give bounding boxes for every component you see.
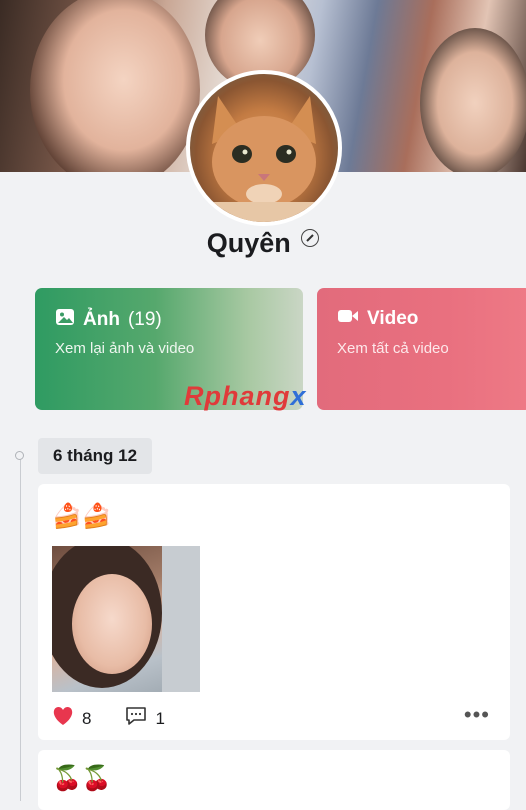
timeline-dot: [15, 451, 24, 460]
post-card[interactable]: 🍰🍰 8 1 •••: [38, 484, 510, 740]
photos-count: (19): [127, 309, 162, 330]
timeline-line: [20, 456, 21, 801]
heart-icon: [52, 706, 74, 731]
like-count: 8: [82, 708, 92, 728]
photos-card-subtitle: Xem lại ảnh và video: [55, 340, 195, 357]
post-card[interactable]: 🍒🍒: [38, 750, 510, 810]
like-button[interactable]: 8: [52, 706, 91, 731]
profile-avatar[interactable]: [186, 70, 342, 226]
video-camera-icon: [337, 308, 359, 330]
post-emoji: 🍒🍒: [52, 765, 112, 792]
watermark: Rphangx: [184, 381, 307, 412]
comment-icon: [125, 706, 147, 731]
videos-card-title: Video: [367, 308, 419, 329]
watermark-part1: Rphang: [184, 381, 291, 411]
watermark-part2: x: [290, 381, 307, 411]
comment-button[interactable]: 1: [125, 706, 165, 731]
comment-count: 1: [155, 708, 165, 728]
timeline-date: 6 tháng 12: [38, 438, 153, 474]
post-photo[interactable]: [52, 546, 200, 692]
more-options-icon[interactable]: •••: [464, 704, 490, 726]
image-icon: [55, 308, 75, 332]
pencil-icon[interactable]: [301, 228, 320, 247]
profile-name: Quyên: [206, 228, 291, 258]
photos-card-title: Ảnh: [83, 309, 120, 330]
post-emoji: 🍰🍰: [52, 503, 112, 530]
videos-card[interactable]: Video Xem tất cả video: [317, 288, 526, 410]
videos-card-subtitle: Xem tất cả video: [337, 340, 449, 357]
